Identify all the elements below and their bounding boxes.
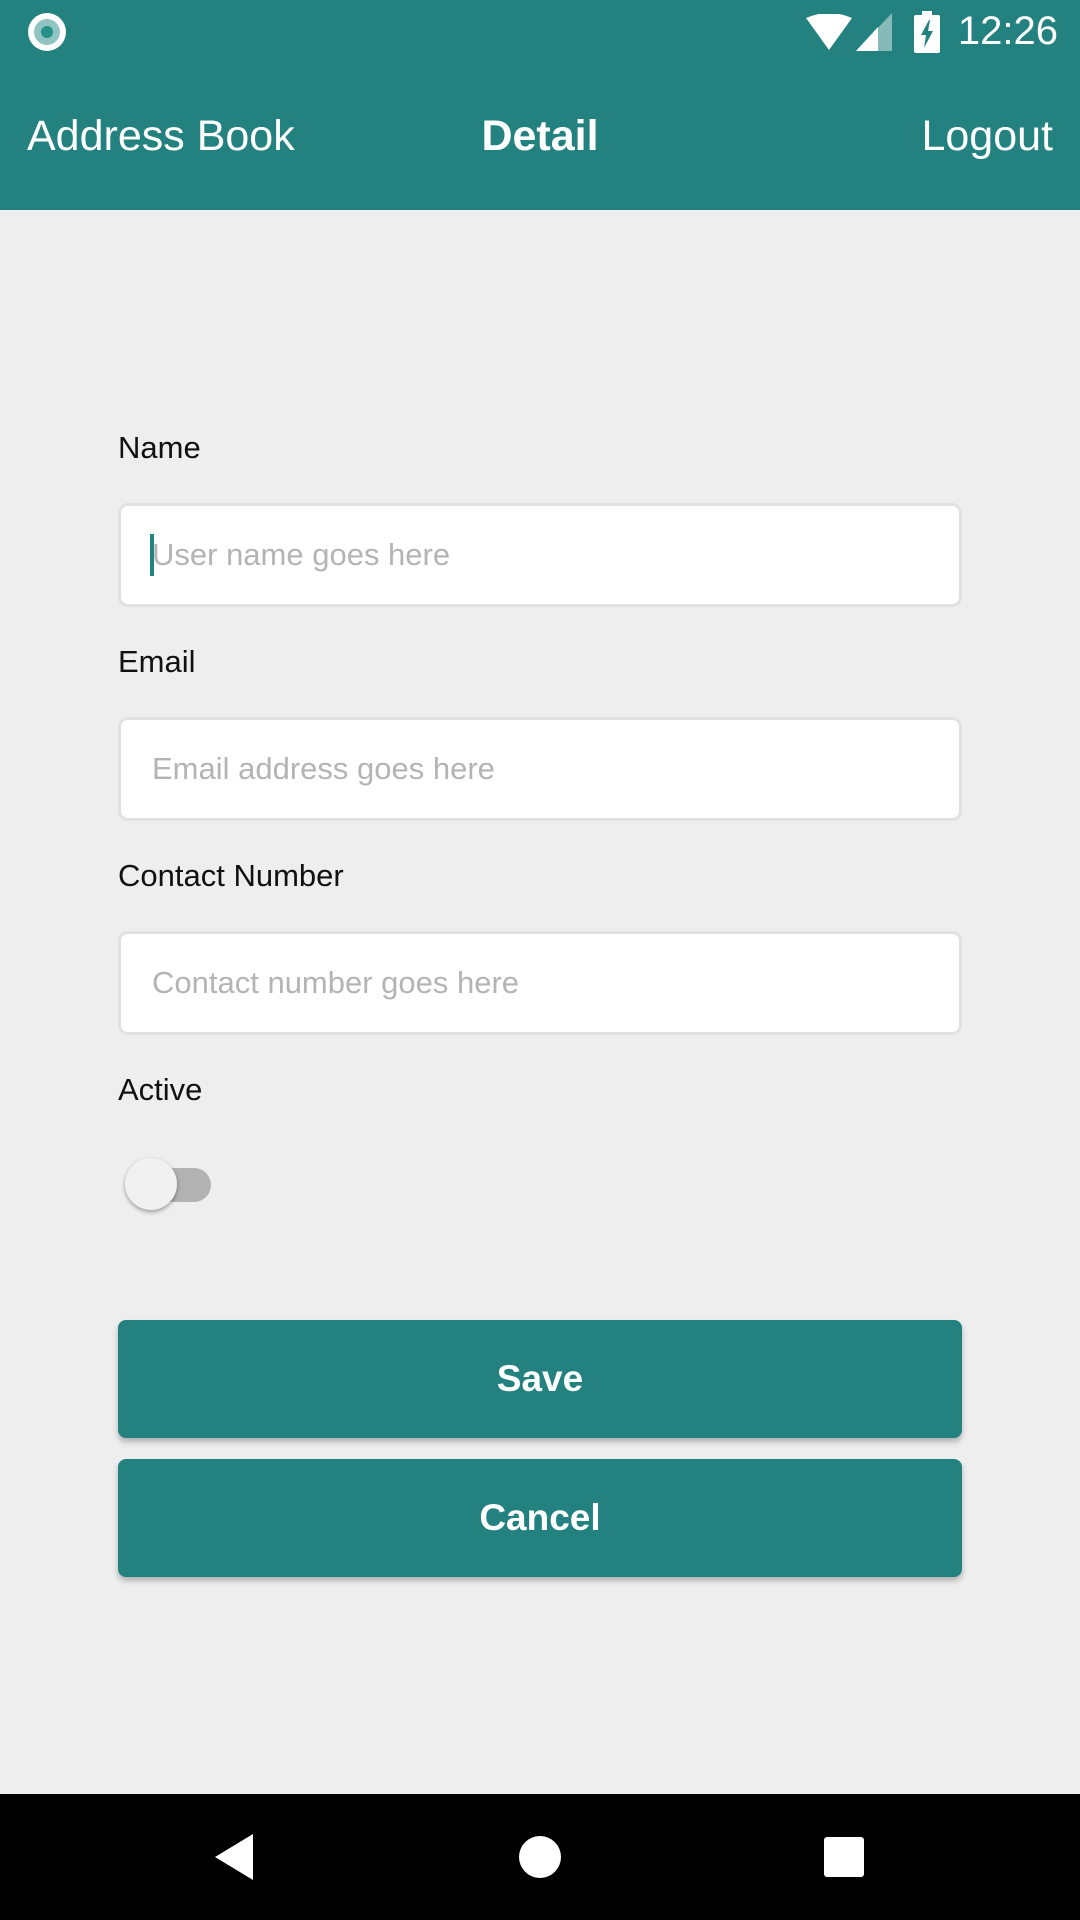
active-toggle[interactable] [125, 1155, 211, 1211]
email-label: Email [118, 644, 196, 679]
email-field[interactable] [118, 717, 962, 821]
wifi-icon [805, 13, 852, 50]
contact-number-label: Contact Number [118, 858, 344, 893]
home-icon[interactable] [477, 1794, 603, 1920]
app-title: Address Book [27, 112, 295, 160]
contact-number-field[interactable] [118, 931, 962, 1035]
status-time: 12:26 [957, 9, 1058, 53]
active-label: Active [118, 1072, 203, 1107]
cellular-signal-icon [855, 12, 892, 51]
app-bar: Address Book Detail Logout [0, 63, 1080, 210]
name-label: Name [118, 430, 201, 465]
detail-form: Name Email Contact Number Active Save Ca… [0, 210, 1080, 1794]
status-icons: 12:26 [805, 0, 1058, 63]
battery-charging-icon [913, 10, 940, 53]
logout-button[interactable]: Logout [921, 63, 1053, 210]
cancel-button[interactable]: Cancel [118, 1459, 962, 1577]
save-button[interactable]: Save [118, 1320, 962, 1438]
status-bar: 12:26 [0, 0, 1080, 63]
notification-icon [28, 13, 66, 51]
back-icon[interactable] [172, 1794, 298, 1920]
navigation-bar [0, 1794, 1080, 1920]
recents-icon[interactable] [781, 1794, 907, 1920]
name-field[interactable] [118, 503, 962, 607]
toggle-thumb [125, 1158, 177, 1210]
text-cursor [150, 534, 154, 576]
